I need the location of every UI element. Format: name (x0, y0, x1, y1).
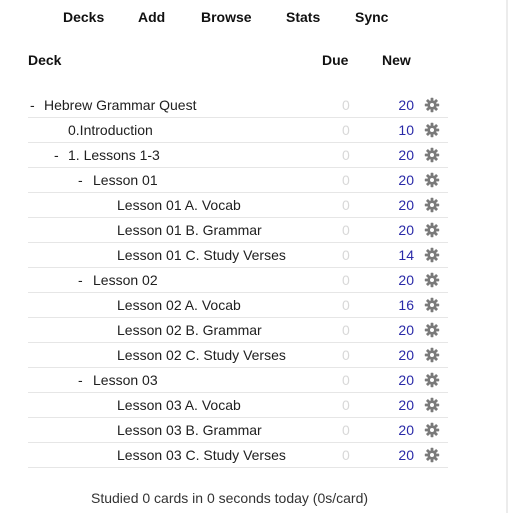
due-count: 0 (342, 122, 350, 138)
new-count: 10 (398, 122, 414, 138)
nav-sync-link[interactable]: Sync (355, 9, 388, 25)
collapse-toggle[interactable]: - (54, 147, 59, 163)
deck-name-link[interactable]: Lesson 02 C. Study Verses (117, 347, 286, 363)
new-count: 16 (398, 297, 414, 313)
deck-row[interactable]: Lesson 02 A. Vocab 0 16 (0, 293, 508, 318)
deck-name-link[interactable]: Lesson 01 A. Vocab (117, 197, 241, 213)
due-count: 0 (342, 147, 350, 163)
due-count: 0 (342, 272, 350, 288)
gear-icon[interactable] (424, 122, 440, 138)
deck-name-link[interactable]: Hebrew Grammar Quest (44, 97, 196, 113)
column-header-deck: Deck (28, 52, 62, 68)
study-summary: Studied 0 cards in 0 seconds today (0s/c… (91, 490, 369, 506)
deck-name-link[interactable]: Lesson 03 A. Vocab (117, 397, 241, 413)
deck-name-link[interactable]: Lesson 01 B. Grammar (117, 222, 262, 238)
due-count: 0 (342, 297, 350, 313)
gear-icon[interactable] (424, 422, 440, 438)
new-count: 20 (398, 422, 414, 438)
deck-row[interactable]: Lesson 02 C. Study Verses 0 20 (0, 343, 508, 368)
deck-name-link[interactable]: Lesson 03 (93, 372, 158, 388)
column-header-new: New (382, 52, 411, 68)
new-count: 20 (398, 147, 414, 163)
gear-icon[interactable] (424, 97, 440, 113)
deck-name-link[interactable]: Lesson 03 B. Grammar (117, 422, 262, 438)
due-count: 0 (342, 322, 350, 338)
deck-name-link[interactable]: 1. Lessons 1-3 (68, 147, 160, 163)
deck-row[interactable]: - Lesson 01 0 20 (0, 168, 508, 193)
new-count: 14 (398, 247, 414, 263)
column-header-due: Due (322, 52, 349, 68)
collapse-toggle[interactable]: - (30, 97, 35, 113)
deck-row[interactable]: - Lesson 03 0 20 (0, 368, 508, 393)
new-count: 20 (398, 447, 414, 463)
deck-name-link[interactable]: Lesson 03 C. Study Verses (117, 447, 286, 463)
collapse-toggle[interactable]: - (78, 272, 83, 288)
due-count: 0 (342, 247, 350, 263)
deck-list-header: Deck Due New (0, 52, 508, 72)
new-count: 20 (398, 397, 414, 413)
deck-row[interactable]: - Hebrew Grammar Quest 0 20 (0, 93, 508, 118)
nav-decks-link[interactable]: Decks (63, 9, 104, 25)
due-count: 0 (342, 172, 350, 188)
new-count: 20 (398, 372, 414, 388)
deck-row[interactable]: 0.Introduction 0 10 (0, 118, 508, 143)
new-count: 20 (398, 322, 414, 338)
new-count: 20 (398, 272, 414, 288)
gear-icon[interactable] (424, 397, 440, 413)
new-count: 20 (398, 222, 414, 238)
new-count: 20 (398, 347, 414, 363)
due-count: 0 (342, 222, 350, 238)
deck-row[interactable]: -1. Lessons 1-3 0 20 (0, 143, 508, 168)
due-count: 0 (342, 422, 350, 438)
deck-row[interactable]: - Lesson 02 0 20 (0, 268, 508, 293)
gear-icon[interactable] (424, 347, 440, 363)
nav-stats-link[interactable]: Stats (286, 9, 320, 25)
deck-name-link[interactable]: Lesson 02 A. Vocab (117, 297, 241, 313)
gear-icon[interactable] (424, 372, 440, 388)
gear-icon[interactable] (424, 172, 440, 188)
collapse-toggle[interactable]: - (78, 172, 83, 188)
due-count: 0 (342, 197, 350, 213)
gear-icon[interactable] (424, 147, 440, 163)
new-count: 20 (398, 97, 414, 113)
gear-icon[interactable] (424, 197, 440, 213)
due-count: 0 (342, 447, 350, 463)
deck-row[interactable]: Lesson 03 A. Vocab 0 20 (0, 393, 508, 418)
gear-icon[interactable] (424, 272, 440, 288)
deck-name-link[interactable]: Lesson 01 C. Study Verses (117, 247, 286, 263)
gear-icon[interactable] (424, 297, 440, 313)
due-count: 0 (342, 347, 350, 363)
new-count: 20 (398, 172, 414, 188)
top-toolbar: Decks Add Browse Stats Sync (0, 0, 508, 36)
deck-row[interactable]: Lesson 03 B. Grammar 0 20 (0, 418, 508, 443)
nav-add-link[interactable]: Add (138, 9, 165, 25)
deck-row[interactable]: Lesson 02 B. Grammar 0 20 (0, 318, 508, 343)
collapse-toggle[interactable]: - (78, 372, 83, 388)
due-count: 0 (342, 97, 350, 113)
gear-icon[interactable] (424, 447, 440, 463)
gear-icon[interactable] (424, 222, 440, 238)
due-count: 0 (342, 397, 350, 413)
deck-row[interactable]: Lesson 01 C. Study Verses 0 14 (0, 243, 508, 268)
deck-name-link[interactable]: Lesson 02 (93, 272, 158, 288)
gear-icon[interactable] (424, 247, 440, 263)
deck-row[interactable]: Lesson 01 A. Vocab 0 20 (0, 193, 508, 218)
deck-name-link[interactable]: 0.Introduction (68, 122, 153, 138)
deck-name-link[interactable]: Lesson 02 B. Grammar (117, 322, 262, 338)
new-count: 20 (398, 197, 414, 213)
gear-icon[interactable] (424, 322, 440, 338)
due-count: 0 (342, 372, 350, 388)
deck-row[interactable]: Lesson 03 C. Study Verses 0 20 (0, 443, 508, 468)
nav-browse-link[interactable]: Browse (201, 9, 252, 25)
deck-row[interactable]: Lesson 01 B. Grammar 0 20 (0, 218, 508, 243)
deck-name-link[interactable]: Lesson 01 (93, 172, 158, 188)
row-divider (28, 467, 448, 468)
